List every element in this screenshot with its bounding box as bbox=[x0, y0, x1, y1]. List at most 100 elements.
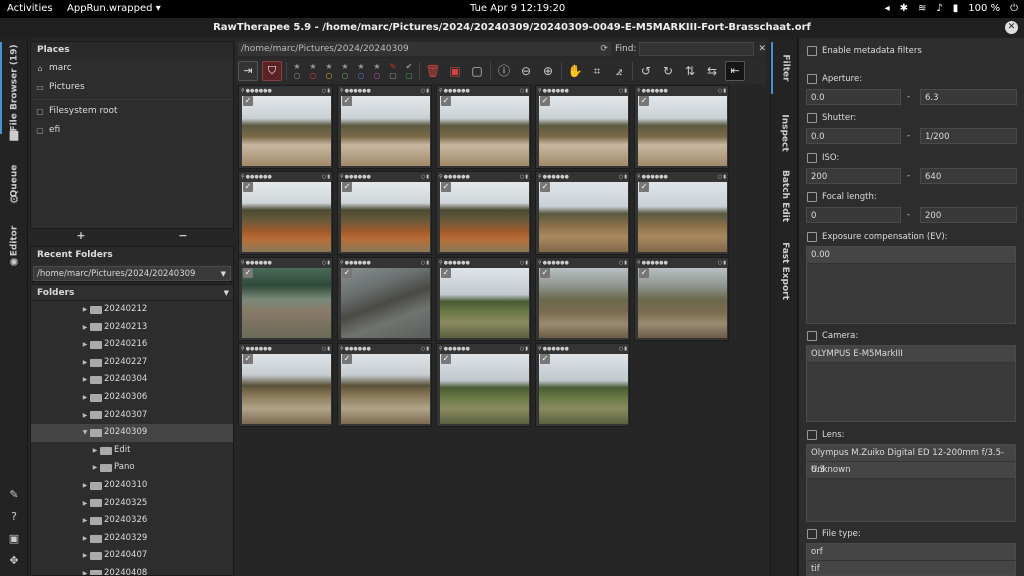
list-item[interactable]: 0.00 bbox=[807, 247, 1015, 264]
trash-icon[interactable]: ▮ bbox=[327, 174, 330, 180]
folder-item[interactable]: ▶ 20240407 bbox=[31, 547, 233, 565]
rating-stars[interactable]: ●●●●●● bbox=[642, 174, 668, 180]
thumbnail-image[interactable] bbox=[341, 354, 430, 424]
iso-to-field[interactable]: 640 bbox=[920, 168, 1017, 184]
rating-stars[interactable]: ●●●●●● bbox=[444, 174, 470, 180]
trash-icon[interactable]: ▮ bbox=[327, 88, 330, 94]
thumbnail-image[interactable] bbox=[638, 96, 727, 166]
rating-stars[interactable]: ●●●●●● bbox=[246, 174, 272, 180]
thumbnail[interactable]: ⚲ ●●●●●● ○ ▮ ✓ bbox=[337, 343, 432, 427]
iso-from-field[interactable]: 200 bbox=[806, 168, 901, 184]
trash-icon[interactable]: ▮ bbox=[426, 174, 429, 180]
trash-icon[interactable]: ▮ bbox=[525, 88, 528, 94]
color-label-icon[interactable]: ○ bbox=[421, 346, 425, 352]
expander-closed-icon[interactable]: ▶ bbox=[81, 495, 89, 513]
color-label-icon[interactable]: ○ bbox=[718, 260, 722, 266]
color-label-icon[interactable]: ○ bbox=[421, 174, 425, 180]
rating-stars[interactable]: ●●●●●● bbox=[444, 346, 470, 352]
thumbnail[interactable]: ⚲ ●●●●●● ○ ▮ ✓ bbox=[535, 257, 630, 341]
thumbnail-image[interactable] bbox=[440, 268, 529, 338]
thumbnail[interactable]: ⚲ ●●●●●● ○ ▮ ✓ bbox=[337, 171, 432, 255]
folder-item[interactable]: ▶ 20240325 bbox=[31, 495, 233, 513]
color-label-icon[interactable]: ○ bbox=[322, 88, 326, 94]
folder-item[interactable]: ▶ 20240310 bbox=[31, 477, 233, 495]
rating-filter-5[interactable]: ★ ○ bbox=[371, 62, 383, 80]
place-home[interactable]: ⌂ marc bbox=[31, 59, 233, 78]
system-tray[interactable]: ◂ ✱ ≋ ♪ ▮ 100 % ⏻ bbox=[885, 3, 1018, 14]
window-close-button[interactable]: ✕ bbox=[1005, 21, 1018, 34]
trash-icon[interactable]: ▮ bbox=[327, 346, 330, 352]
place-filesystem-root[interactable]: ▢ Filesystem root bbox=[31, 102, 233, 121]
trash-icon[interactable]: ▮ bbox=[723, 174, 726, 180]
expander-closed-icon[interactable]: ▶ bbox=[81, 389, 89, 407]
exposure-compensation-checkbox[interactable]: Exposure compensation (EV): bbox=[807, 232, 948, 242]
lens-list[interactable]: Olympus M.Zuiko Digital ED 12-200mm f/3.… bbox=[806, 444, 1016, 522]
color-label-icon[interactable]: ○ bbox=[520, 346, 524, 352]
list-item[interactable]: orf bbox=[807, 544, 1015, 561]
thumbnail-image[interactable] bbox=[539, 268, 628, 338]
flip-horizontal-icon[interactable]: ⇆ bbox=[703, 62, 721, 80]
folder-icon[interactable]: ▆ bbox=[7, 128, 21, 142]
focal-length-checkbox[interactable]: Focal length: bbox=[807, 192, 877, 202]
collapse-left-button[interactable]: ⇥ bbox=[238, 61, 258, 81]
rating-stars[interactable]: ●●●●●● bbox=[246, 346, 272, 352]
thumbnail[interactable]: ⚲ ●●●●●● ○ ▮ ✓ bbox=[436, 171, 531, 255]
rating-stars[interactable]: ●●●●●● bbox=[345, 346, 371, 352]
aperture-icon[interactable]: ✺ bbox=[7, 256, 21, 270]
thumbnail-image[interactable] bbox=[440, 182, 529, 252]
flip-vertical-icon[interactable]: ⇅ bbox=[681, 62, 699, 80]
trash-icon[interactable]: ▮ bbox=[525, 260, 528, 266]
color-label-icon[interactable]: ○ bbox=[619, 88, 623, 94]
thumbnail[interactable]: ⚲ ●●●●●● ○ ▮ ✓ bbox=[238, 171, 333, 255]
zoom-out-icon[interactable]: ⊖ bbox=[517, 62, 535, 80]
exposure-compensation-list[interactable]: 0.00 bbox=[806, 246, 1016, 324]
rating-stars[interactable]: ●●●●●● bbox=[642, 88, 668, 94]
add-place-button[interactable]: + bbox=[76, 229, 85, 243]
thumbnail-image[interactable] bbox=[341, 268, 430, 338]
camera-list[interactable]: OLYMPUS E-M5MarkIII bbox=[806, 345, 1016, 422]
crop-icon[interactable]: ⌗ bbox=[588, 62, 606, 80]
thumbnail-image[interactable] bbox=[638, 182, 727, 252]
expander-closed-icon[interactable]: ▶ bbox=[81, 371, 89, 389]
place-pictures[interactable]: ▭ Pictures bbox=[31, 78, 233, 97]
rating-stars[interactable]: ●●●●●● bbox=[543, 88, 569, 94]
filter-toggle-button[interactable]: ⛉ bbox=[262, 61, 282, 81]
thumbnail-image[interactable] bbox=[242, 182, 331, 252]
file-type-checkbox[interactable]: File type: bbox=[807, 529, 861, 539]
rating-stars[interactable]: ●●●●●● bbox=[345, 174, 371, 180]
trash-icon[interactable]: ▮ bbox=[525, 346, 528, 352]
list-item[interactable]: Unknown bbox=[807, 462, 1015, 479]
thumbnail[interactable]: ⚲ ●●●●●● ○ ▮ ✓ bbox=[337, 257, 432, 341]
rating-filter-0[interactable]: ★ ○ bbox=[291, 62, 303, 80]
thumbnail[interactable]: ⚲ ●●●●●● ○ ▮ ✓ bbox=[436, 257, 531, 341]
thumbnail-image[interactable] bbox=[341, 96, 430, 166]
rating-stars[interactable]: ●●●●●● bbox=[345, 88, 371, 94]
thumbnail[interactable]: ⚲ ●●●●●● ○ ▮ ✓ bbox=[535, 85, 630, 169]
rotate-left-icon[interactable]: ↺ bbox=[637, 62, 655, 80]
refresh-icon[interactable]: ⟳ bbox=[600, 42, 608, 56]
folder-item[interactable]: ▶ 20240216 bbox=[31, 336, 233, 354]
rating-filter-4[interactable]: ★ ○ bbox=[355, 62, 367, 80]
color-label-icon[interactable]: ○ bbox=[619, 260, 623, 266]
color-label-icon[interactable]: ○ bbox=[322, 260, 326, 266]
rating-stars[interactable]: ●●●●●● bbox=[246, 260, 272, 266]
color-label-icon[interactable]: ○ bbox=[421, 88, 425, 94]
list-item[interactable]: tif bbox=[807, 561, 1015, 575]
folder-item[interactable]: ▶ 20240307 bbox=[31, 407, 233, 425]
thumbnail-image[interactable] bbox=[242, 268, 331, 338]
list-item[interactable]: OLYMPUS E-M5MarkIII bbox=[807, 346, 1015, 363]
expander-closed-icon[interactable]: ▶ bbox=[91, 442, 99, 460]
list-item[interactable]: Olympus M.Zuiko Digital ED 12-200mm f/3.… bbox=[807, 445, 1015, 475]
expander-closed-icon[interactable]: ▶ bbox=[81, 530, 89, 548]
rating-stars[interactable]: ●●●●●● bbox=[444, 260, 470, 266]
tab-filter[interactable]: Filter bbox=[771, 42, 799, 94]
shutter-from-field[interactable]: 0.0 bbox=[806, 128, 901, 144]
folder-item[interactable]: ▶ Pano bbox=[31, 459, 233, 477]
color-label-icon[interactable]: ○ bbox=[718, 174, 722, 180]
lens-checkbox[interactable]: Lens: bbox=[807, 430, 845, 440]
recent-folders-dropdown[interactable]: /home/marc/Pictures/2024/20240309 ▼ bbox=[33, 266, 231, 281]
enable-metadata-filters-checkbox[interactable]: Enable metadata filters bbox=[807, 46, 922, 56]
tab-file-browser[interactable]: File Browser (19) bbox=[0, 42, 28, 134]
find-input[interactable] bbox=[639, 42, 755, 56]
expander-closed-icon[interactable]: ▶ bbox=[81, 547, 89, 565]
